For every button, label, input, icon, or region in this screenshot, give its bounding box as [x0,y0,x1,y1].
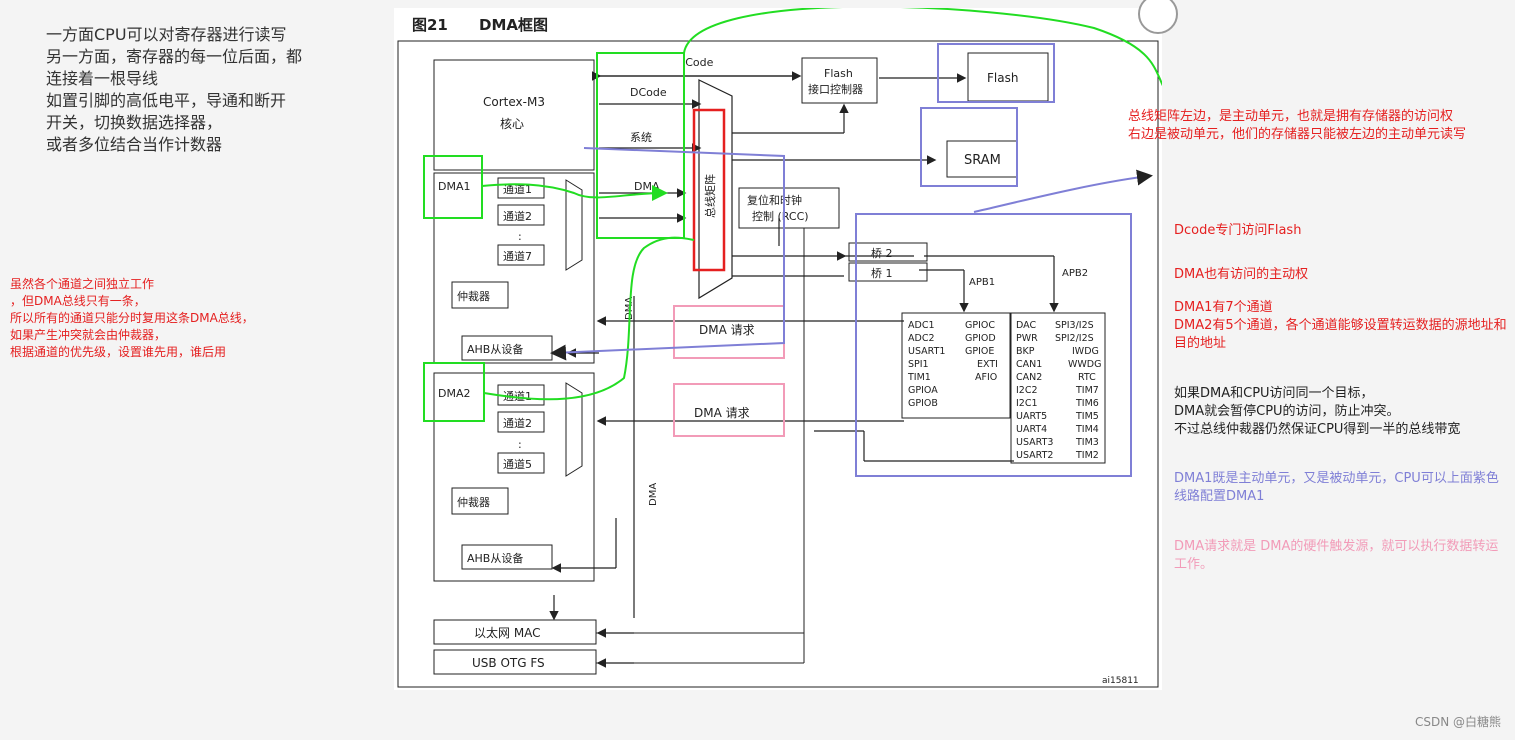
apb2-periph: ADC1 [908,320,935,331]
apb2-periph: GPIOA [908,385,938,396]
cortex-core-label: 核心 [500,117,524,131]
apb2-col1: ADC1 ADC2 USART1 SPI1 TIM1 GPIOA GPIOB [907,320,945,409]
apb2-periph: GPIOB [908,398,938,409]
apb2-periph: EXTI [977,359,998,370]
flash-ctrl-label2: 接口控制器 [808,82,863,96]
apb1-periph: SPI3/I2S [1055,320,1094,331]
apb1-periph: TIM2 [1075,450,1099,461]
note-channels: DMA1有7个通道 DMA2有5个通道，各个通道能够设置转运数据的源地址和目的地… [1174,300,1507,351]
annotation-overlays [423,8,1162,477]
apb1-periph: USART3 [1016,437,1053,448]
left-note-cpu-registers: 一方面CPU可以对寄存器进行读写 另一方面，寄存器的每一位后面，都 连接着一根导… [46,25,303,154]
apb1-col2: SPI3/I2S SPI2/I2S IWDG WWDG RTC TIM7 TIM… [1055,320,1101,461]
apb2-label: APB2 [1062,268,1088,279]
figure-number: 图21 [412,16,448,34]
apb2-periph: SPI1 [908,359,929,370]
dcode-label: DCode [630,86,667,99]
dma-vertical-label-2: DMA [648,483,659,506]
dma1-label: DMA1 [438,180,470,193]
apb1-periph: CAN2 [1016,372,1042,383]
apb1-periph: PWR [1016,333,1038,344]
bridge1-label: 桥 1 [871,267,893,280]
apb2-periph: AFIO [975,372,997,383]
apb1-periph: USART2 [1016,450,1053,461]
icode-label: ICode [682,56,714,69]
bus-matrix-label: 总线矩阵 [703,174,717,218]
apb2-periph: TIM1 [907,372,931,383]
dma2-arbiter-label: 仲裁器 [457,495,490,509]
rcc-label2: 控制 (RCC) [752,209,809,223]
note-conflict: 如果DMA和CPU访问同一个目标， DMA就会暂停CPU的访问，防止冲突。 不过… [1174,386,1461,437]
note-dma-master: DMA也有访问的主动权 [1174,267,1309,282]
cpu-bus-highlight [596,52,685,239]
dma1-ahb-slave-label: AHB从设备 [467,342,523,356]
note-bus-matrix: 总线矩阵左边，是主动单元，也就是拥有存储器的访问权 右边是被动单元，他们的存储器… [1128,109,1467,142]
corner-badge-icon [1138,0,1178,34]
system-bus-label: 系统 [630,131,652,144]
apb1-periph: DAC [1016,320,1036,331]
note-dma-request: DMA请求就是 DMA的硬件触发源，就可以执行数据转运工作。 [1174,539,1499,572]
ethernet-mac-label: 以太网 MAC [474,625,541,640]
figure-title: DMA框图 [479,16,548,34]
apb2-col2: GPIOC GPIOD GPIOE EXTI AFIO [965,320,998,383]
purple-arrow-right [973,169,1153,213]
apb1-label: APB1 [969,277,995,288]
apb1-col1: DAC PWR BKP CAN1 CAN2 I2C2 I2C1 UART5 UA… [1016,320,1053,461]
dma2-request-label: DMA 请求 [694,406,750,420]
diagram-svg: 图21 DMA框图 Cortex-M3 核心 总线矩阵 ICode DCode … [397,8,1162,688]
apb1-periph: TIM6 [1075,398,1099,409]
cortex-m3-box [433,59,595,171]
dma2-channel2-label: 通道2 [503,416,532,430]
watermark: CSDN @白糖熊 [1414,715,1501,729]
rcc-label: 复位和时钟 [747,193,802,207]
dma1-channel7-label: 通道7 [503,249,532,263]
dma-block-diagram: 图21 DMA框图 Cortex-M3 核心 总线矩阵 ICode DCode … [394,0,1178,690]
apb2-periph: GPIOD [965,333,996,344]
apb1-periph: TIM3 [1075,437,1099,448]
diagram-frame [397,40,1159,688]
bridge2-label: 桥 2 [871,247,893,260]
apb1-periph: TIM4 [1075,424,1099,435]
flash-interface-box [801,57,878,104]
sram-label: SRAM [964,153,1001,168]
dma-bus-label: DMA [634,180,660,193]
dma2-label: DMA2 [438,387,470,400]
apb1-periph: UART5 [1016,411,1047,422]
apb1-periph: TIM7 [1075,385,1099,396]
dma2-ahb-slave-label: AHB从设备 [467,551,523,565]
dma2-channel5-label: 通道5 [503,457,532,471]
apb2-periph: USART1 [908,346,945,357]
apb1-periph: IWDG [1072,346,1099,357]
flash-ctrl-label: Flash [824,67,853,80]
apb1-periph: WWDG [1068,359,1101,370]
dma1-arbiter-label: 仲裁器 [457,289,490,303]
usb-otg-label: USB OTG FS [472,656,545,670]
sram-highlight [920,107,1018,187]
apb1-periph: TIM5 [1075,411,1099,422]
apb2-periph: GPIOE [965,346,994,357]
apb2-periph: ADC2 [908,333,935,344]
apb2-periph: GPIOC [965,320,995,331]
dma2-box [433,372,595,582]
left-note-arbiter: 虽然各个通道之间独立工作 ，但DMA总线只有一条， 所以所有的通道只能分时复用这… [10,277,254,359]
flash-label: Flash [987,71,1018,85]
apb1-periph: BKP [1016,346,1035,357]
apb1-periph: I2C2 [1016,385,1038,396]
apb1-periph: RTC [1078,372,1096,383]
cortex-label: Cortex-M3 [483,95,545,109]
note-dcode: Dcode专门访问Flash [1174,223,1302,238]
apb1-periph: SPI2/I2S [1055,333,1094,344]
apb1-periph: I2C1 [1016,398,1038,409]
apb1-periph: CAN1 [1016,359,1042,370]
dma1-channel2-label: 通道2 [503,209,532,223]
apb1-periph: UART4 [1016,424,1047,435]
note-dma1-dual-role: DMA1既是主动单元，又是被动单元，CPU可以上面紫色线路配置DMA1 [1174,471,1499,504]
figure-code: ai15811 [1102,676,1139,686]
dma1-ellipsis: : [518,230,522,243]
dma1-request-label: DMA 请求 [699,323,755,337]
dma2-ellipsis: : [518,438,522,451]
